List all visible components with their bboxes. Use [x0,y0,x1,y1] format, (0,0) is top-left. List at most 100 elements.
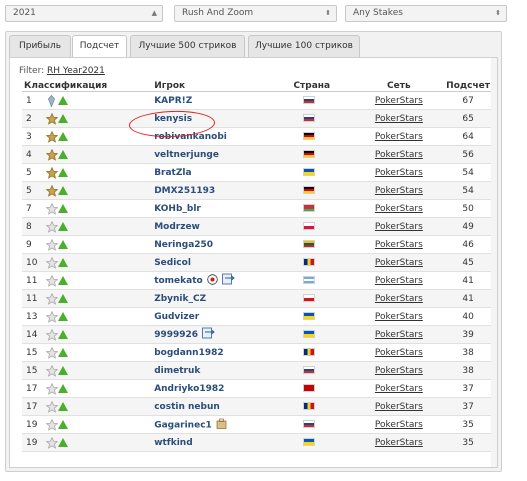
export-icon[interactable] [202,327,216,342]
count-cell: 67 [444,91,492,110]
table-row[interactable]: 17 Andriyko1982 PokerStars 37 [22,379,492,398]
player-name-link[interactable]: tomekato [154,276,203,286]
table-row[interactable]: 15 bogdann1982 PokerStars 38 [22,343,492,362]
network-link[interactable]: PokerStars [375,402,423,412]
network-link[interactable]: PokerStars [375,294,423,304]
player-name-link[interactable]: Andriyko1982 [154,384,224,394]
player-name-link[interactable]: Zbynik_CZ [154,294,206,304]
player-name-link[interactable]: costin nebun [154,402,220,412]
network-link[interactable]: PokerStars [375,438,423,448]
network-link[interactable]: PokerStars [375,186,423,196]
table-row[interactable]: 15 dimetruk PokerStars 38 [22,361,492,380]
network-cell: PokerStars [353,217,445,236]
col-rank-header[interactable]: Классификация [22,80,153,92]
network-link[interactable]: PokerStars [375,366,423,376]
table-row[interactable]: 10 Sedicol PokerStars 45 [22,253,492,272]
tab-top-500-streaks[interactable]: Лучшие 500 стриков [130,35,245,57]
player-name-link[interactable]: Gudvizer [154,312,199,322]
leaderboard-table: Классификация Игрок Страна Сеть Подсчет … [22,80,492,452]
bag-icon[interactable] [216,418,227,432]
rank-cell: 9 [22,235,44,254]
player-name-link[interactable]: bogdann1982 [154,348,223,358]
rank-up-arrow-icon [57,294,68,303]
col-count-header[interactable]: Подсчет [444,80,492,92]
network-link[interactable]: PokerStars [375,150,423,160]
network-link[interactable]: PokerStars [375,222,423,232]
network-link[interactable]: PokerStars [375,348,423,358]
tab-profit[interactable]: Прибыль [9,35,71,57]
player-name-link[interactable]: Gagarinec1 [154,420,212,430]
table-row[interactable]: 5 BratZla PokerStars 54 [22,163,492,182]
rank-cell: 11 [22,271,44,290]
tab-count[interactable]: Подсчет [72,35,127,58]
filter-value-link[interactable]: RH Year2021 [47,66,105,76]
network-link[interactable]: PokerStars [375,384,423,394]
player-name-link[interactable]: veltnerjunge [154,150,219,160]
col-country-header[interactable]: Страна [291,80,354,92]
table-row[interactable]: 3 robivankanobi PokerStars 64 [22,127,492,146]
country-flag-icon [303,348,316,356]
rank-up-arrow-icon [57,150,68,159]
table-row[interactable]: 9 Neringa250 PokerStars 46 [22,235,492,254]
table-row[interactable]: 11 Zbynik_CZ PokerStars 41 [22,289,492,308]
table-row[interactable]: 13 Gudvizer PokerStars 40 [22,307,492,326]
col-network-header[interactable]: Сеть [353,80,445,92]
table-row[interactable]: 2 kenysis PokerStars 65 [22,109,492,128]
count-cell: 41 [444,289,492,308]
player-name-link[interactable]: dimetruk [154,366,200,376]
player-cell: KAPR!Z [152,91,292,110]
network-link[interactable]: PokerStars [375,96,423,106]
table-row[interactable]: 1 KAPR!Z PokerStars 67 [22,91,492,110]
player-name-link[interactable]: KAPR!Z [154,96,192,106]
table-row[interactable]: 19 wtfkind PokerStars 35 [22,433,492,452]
network-link[interactable]: PokerStars [375,420,423,430]
rank-cell: 5 [22,181,44,200]
player-cell: BratZla [152,163,292,182]
table-row[interactable]: 8 Modrzew PokerStars 49 [22,217,492,236]
table-row[interactable]: 7 KOHb_blr PokerStars 50 [22,199,492,218]
table-row[interactable]: 19 Gagarinec1 PokerStars 35 [22,415,492,434]
rank-icons-cell [43,253,153,272]
player-cell: dimetruk [152,361,292,380]
network-link[interactable]: PokerStars [375,330,423,340]
player-name-link[interactable]: Neringa250 [154,240,213,250]
player-name-link[interactable]: Modrzew [154,222,200,232]
rank-cell: 15 [22,361,44,380]
network-link[interactable]: PokerStars [375,132,423,142]
rank-up-arrow-icon [57,438,68,447]
table-row[interactable]: 4 veltnerjunge PokerStars 56 [22,145,492,164]
player-name-link[interactable]: BratZla [154,168,191,178]
table-row[interactable]: 11 tomekato PokerStars 41 [22,271,492,290]
network-link[interactable]: PokerStars [375,258,423,268]
player-name-link[interactable]: 9999926 [154,330,198,340]
table-row[interactable]: 5 DMX251193 PokerStars 54 [22,181,492,200]
network-link[interactable]: PokerStars [375,276,423,286]
player-cell: wtfkind [152,433,292,452]
player-name-link[interactable]: DMX251193 [154,186,215,196]
rank-cell: 13 [22,307,44,326]
rank-up-arrow-icon [57,168,68,177]
table-row[interactable]: 17 costin nebun PokerStars 37 [22,397,492,416]
stakes-select[interactable]: Any Stakes ⬍ [345,5,507,22]
tab-top-100-streaks[interactable]: Лучшие 100 стриков [248,35,360,57]
game-select[interactable]: Rush And Zoom ⬍ [174,5,337,22]
country-cell [291,343,354,362]
year-select[interactable]: 2021 ▲ [5,5,163,22]
table-row[interactable]: 14 9999926 PokerStars 39 [22,325,492,344]
player-name-link[interactable]: wtfkind [154,438,192,448]
col-player-header[interactable]: Игрок [152,80,292,92]
network-link[interactable]: PokerStars [375,114,423,124]
rank-up-arrow-icon [57,222,68,231]
target-icon[interactable] [207,273,218,288]
network-link[interactable]: PokerStars [375,168,423,178]
network-link[interactable]: PokerStars [375,312,423,322]
country-cell [291,91,354,110]
scrollbar[interactable] [491,58,497,467]
player-name-link[interactable]: KOHb_blr [154,204,201,214]
network-link[interactable]: PokerStars [375,240,423,250]
country-flag-icon [303,222,316,230]
export-icon[interactable] [221,273,236,288]
network-link[interactable]: PokerStars [375,204,423,214]
player-name-link[interactable]: Sedicol [154,258,191,268]
country-cell [291,379,354,398]
